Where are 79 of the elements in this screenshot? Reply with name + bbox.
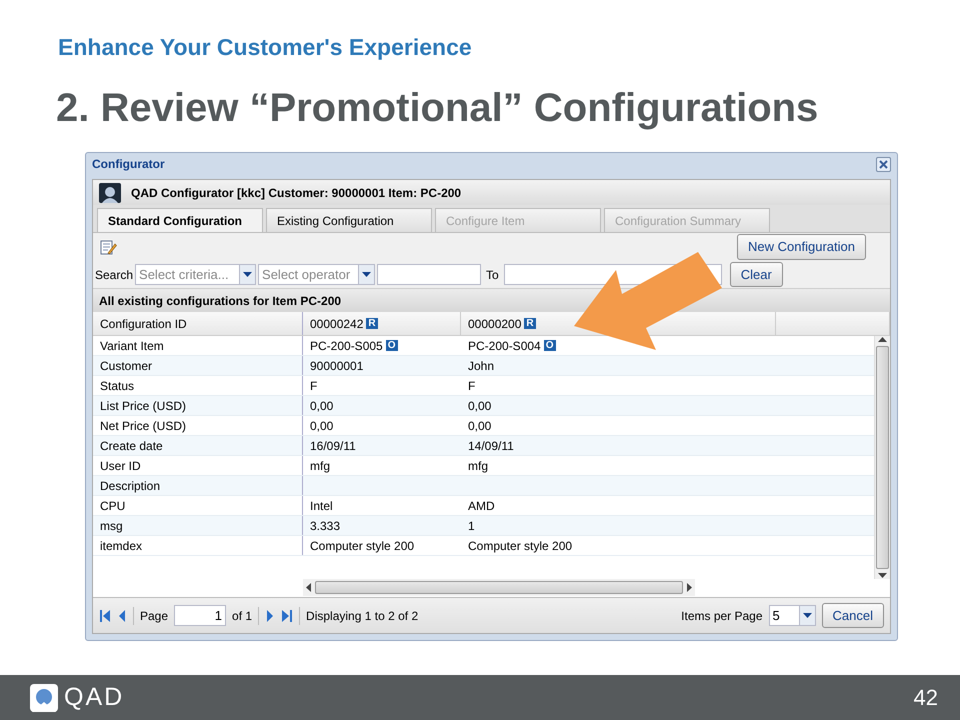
dropdown-button[interactable]	[358, 264, 376, 285]
to-label: To	[486, 266, 499, 284]
slide-subtitle: Enhance Your Customer's Experience	[58, 33, 472, 62]
criteria-dropdown[interactable]: Select criteria...	[135, 264, 240, 285]
paging-status: Displaying 1 to 2 of 2	[306, 608, 418, 624]
page-input-field[interactable]: 1	[174, 605, 226, 626]
logo-text: QAD	[64, 682, 124, 713]
table-cell-text: 90000001	[310, 358, 364, 374]
table-cell-text: 0,00	[310, 418, 334, 434]
table-cell-text: AMD	[468, 498, 495, 514]
tab[interactable]: Existing Configuration	[266, 208, 432, 232]
panel-header-title: QAD Configurator [kkc] Customer: 90000001 Item: PC-200	[131, 184, 462, 202]
dropdown-button[interactable]	[798, 605, 816, 626]
user-icon	[99, 182, 121, 202]
caret-icon	[802, 612, 812, 618]
table-cell-text: 16/09/11	[310, 438, 356, 454]
link-badge[interactable]: O	[386, 340, 398, 351]
next-page-icon[interactable]	[265, 608, 276, 622]
table-cell-text: mfg	[468, 458, 488, 474]
row-label: Variant Item	[93, 336, 303, 355]
edit-icon	[99, 238, 117, 256]
scroll-left-icon	[305, 583, 313, 592]
dropdown-button[interactable]	[239, 264, 256, 285]
column-header: 00000200	[468, 316, 522, 332]
table-cell-text: PC-200-S005	[310, 338, 383, 354]
link-badge[interactable]: O	[544, 340, 556, 351]
table-cell-text: John	[468, 358, 494, 374]
table-cell-text: F	[468, 378, 476, 394]
table-cell-text: 0,00	[310, 398, 334, 414]
row-label: List Price (USD)	[93, 396, 303, 415]
search-label: Search	[95, 266, 134, 284]
table-cell-text: mfg	[310, 458, 330, 474]
row-label: Customer	[93, 356, 303, 375]
caret-icon	[362, 272, 372, 278]
horizontal-scrollbar[interactable]	[303, 579, 695, 596]
items-per-page-field[interactable]: 5	[768, 605, 799, 626]
table-cell-text: 1	[468, 518, 475, 534]
slide-title: 2. Review “Promotional” Configurations	[56, 85, 818, 132]
logo-icon	[30, 684, 58, 712]
tab[interactable]: Standard Configuration	[97, 208, 263, 232]
first-page-icon[interactable]	[99, 608, 111, 622]
row-label: Status	[93, 376, 303, 395]
table-cell-text: Computer style 200	[468, 538, 572, 554]
link-badge[interactable]: R	[366, 318, 378, 329]
row-label: Create date	[93, 436, 303, 455]
close-icon	[877, 158, 890, 170]
table-cell-text: PC-200-S004	[468, 338, 541, 354]
row-label: Description	[93, 476, 303, 495]
close-button[interactable]	[876, 156, 891, 172]
row-label: CPU	[93, 496, 303, 515]
items-per-page-label: Items per Page	[681, 608, 763, 624]
table-cell-text: Intel	[310, 498, 333, 514]
operator-dropdown[interactable]: Select operator	[258, 264, 358, 285]
row-label: msg	[93, 516, 303, 535]
column-header: 00000242	[310, 316, 364, 332]
column-header: Configuration ID	[93, 312, 303, 335]
page-label: Page	[140, 608, 168, 624]
page-number: 42	[914, 684, 938, 712]
value-input-field[interactable]	[377, 264, 482, 285]
scroll-right-icon	[685, 583, 693, 592]
last-page-icon[interactable]	[281, 608, 294, 622]
vertical-scrollbar[interactable]	[874, 336, 890, 579]
row-label: User ID	[93, 456, 303, 475]
window-title: Configurator	[92, 156, 165, 173]
link-badge[interactable]: R	[524, 318, 536, 329]
cancel-button[interactable]: Cancel	[822, 602, 884, 628]
table-cell-text: 0,00	[468, 418, 492, 434]
table-cell-text: 0,00	[468, 398, 492, 414]
caret-icon	[243, 272, 252, 278]
table-cell-text: 14/09/11	[468, 438, 514, 454]
previous-page-icon[interactable]	[117, 608, 127, 622]
table-cell-text: F	[310, 378, 318, 394]
row-label: itemdex	[93, 536, 303, 555]
table-cell-text: Computer style 200	[310, 538, 414, 554]
table-cell-text: 3.333	[310, 518, 340, 534]
new-configuration-button[interactable]: New Configuration	[737, 234, 866, 260]
row-label: Net Price (USD)	[93, 416, 303, 435]
page-count: of 1	[232, 608, 252, 624]
clear-button[interactable]: Clear	[730, 262, 783, 288]
